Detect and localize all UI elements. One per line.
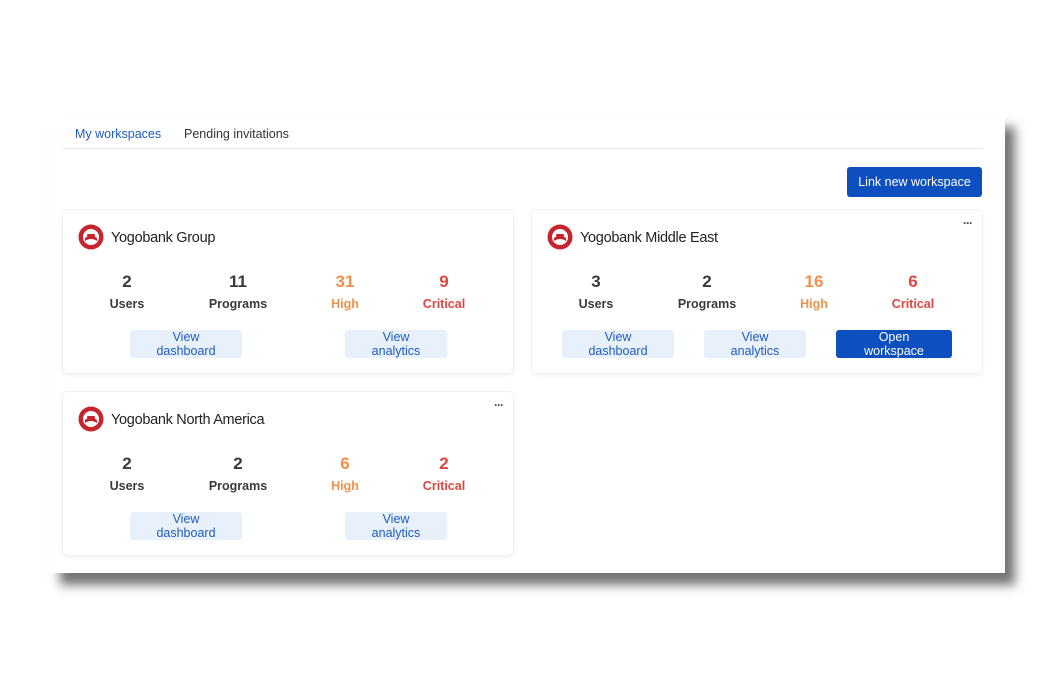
users-stat: 2 Users xyxy=(82,272,172,311)
critical-label: Critical xyxy=(422,479,466,493)
high-label: High xyxy=(331,479,359,493)
more-options-icon[interactable]: ··· xyxy=(494,398,504,412)
view-dashboard-button[interactable]: View dashboard xyxy=(130,512,242,540)
critical-count: 2 xyxy=(439,454,449,473)
programs-count: 2 xyxy=(233,454,243,473)
yogobank-logo-icon xyxy=(78,406,104,432)
view-dashboard-button[interactable]: View dashboard xyxy=(130,330,242,358)
workspace-card: ··· Yogobank North America 2 Users 2 Pro… xyxy=(63,392,513,555)
critical-count: 9 xyxy=(439,272,449,291)
view-dashboard-button[interactable]: View dashboard xyxy=(562,330,674,358)
tab-pending-invitations[interactable]: Pending invitations xyxy=(184,127,289,141)
critical-label: Critical xyxy=(891,297,935,311)
workspace-card: Yogobank Group 2 Users 11 Programs 31 Hi… xyxy=(63,210,513,373)
more-options-icon[interactable]: ··· xyxy=(963,216,973,230)
critical-count: 6 xyxy=(908,272,918,291)
users-stat: 2 Users xyxy=(82,454,172,493)
workspace-name: Yogobank North America xyxy=(111,412,265,428)
yogobank-logo-icon xyxy=(547,224,573,250)
users-count: 3 xyxy=(591,272,601,291)
programs-stat: 2 Programs xyxy=(662,272,752,311)
users-label: Users xyxy=(109,297,145,311)
yogobank-logo-icon xyxy=(78,224,104,250)
users-count: 2 xyxy=(122,272,132,291)
users-stat: 3 Users xyxy=(551,272,641,311)
programs-label: Programs xyxy=(677,297,737,311)
high-count: 31 xyxy=(335,272,355,291)
tab-my-workspaces[interactable]: My workspaces xyxy=(75,127,161,141)
critical-stat: 2 Critical xyxy=(399,454,489,493)
high-stat: 6 High xyxy=(300,454,390,493)
programs-stat: 2 Programs xyxy=(193,454,283,493)
high-label: High xyxy=(331,297,359,311)
critical-stat: 6 Critical xyxy=(868,272,958,311)
high-count: 6 xyxy=(340,454,350,473)
users-label: Users xyxy=(109,479,145,493)
critical-label: Critical xyxy=(422,297,466,311)
workspace-name: Yogobank Middle East xyxy=(580,230,718,246)
programs-count: 2 xyxy=(702,272,712,291)
high-count: 16 xyxy=(804,272,824,291)
high-label: High xyxy=(800,297,828,311)
high-stat: 31 High xyxy=(300,272,390,311)
view-analytics-button[interactable]: View analytics xyxy=(345,512,447,540)
open-workspace-button[interactable]: Open workspace xyxy=(836,330,952,358)
workspace-name: Yogobank Group xyxy=(111,230,216,246)
workspace-card: ··· Yogobank Middle East 3 Users 2 Progr… xyxy=(532,210,982,373)
view-analytics-button[interactable]: View analytics xyxy=(345,330,447,358)
high-stat: 16 High xyxy=(769,272,859,311)
users-label: Users xyxy=(578,297,614,311)
programs-label: Programs xyxy=(208,479,268,493)
workspace-tabs: My workspaces Pending invitations xyxy=(63,115,983,149)
programs-count: 11 xyxy=(229,272,247,291)
link-new-workspace-button[interactable]: Link new workspace xyxy=(847,167,982,197)
programs-label: Programs xyxy=(208,297,268,311)
critical-stat: 9 Critical xyxy=(399,272,489,311)
view-analytics-button[interactable]: View analytics xyxy=(704,330,806,358)
programs-stat: 11 Programs xyxy=(193,272,283,311)
users-count: 2 xyxy=(122,454,132,473)
workspaces-panel: My workspaces Pending invitations Link n… xyxy=(50,115,1005,573)
